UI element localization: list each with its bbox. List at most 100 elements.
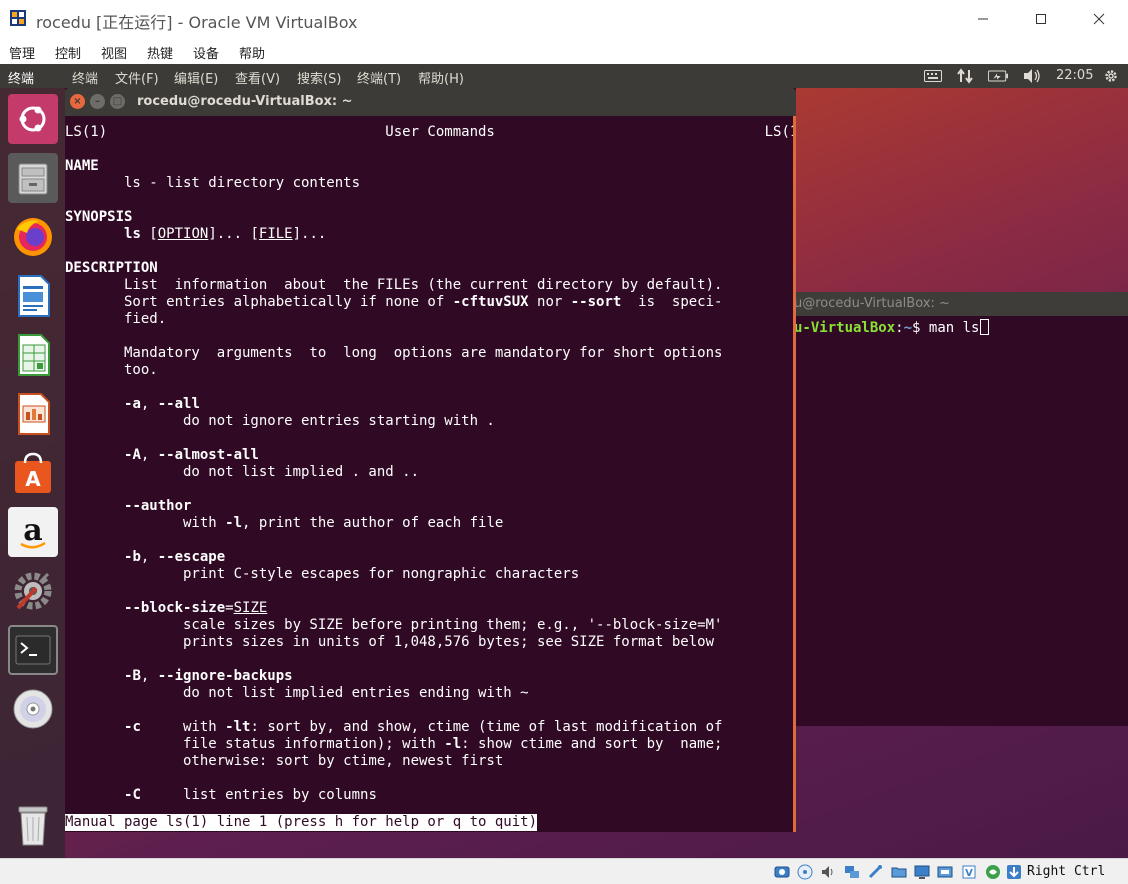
man-page-line: prints sizes in units of 1,048,576 bytes… bbox=[65, 634, 714, 651]
trash-icon[interactable] bbox=[8, 800, 58, 850]
unity-launcher: A a bbox=[0, 88, 65, 858]
prompt-path: ~ bbox=[903, 320, 913, 336]
man-page-line: --author bbox=[65, 498, 191, 515]
man-page-line: -A, --almost-all bbox=[65, 447, 259, 464]
terminal-titlebar[interactable]: × – □ rocedu@rocedu-VirtualBox: ~ bbox=[65, 88, 796, 116]
man-page-line: Sort entries alphabetically if none of -… bbox=[65, 294, 722, 311]
man-page-bold-text: --author bbox=[124, 498, 192, 514]
man-page-bold-text: SYNOPSIS bbox=[65, 209, 133, 225]
maximize-icon: □ bbox=[112, 96, 123, 107]
ubuntu-dash-icon[interactable] bbox=[8, 94, 58, 144]
audio-icon[interactable] bbox=[819, 863, 837, 881]
panel-menu-help[interactable]: 帮助(H) bbox=[418, 68, 464, 87]
display-icon[interactable] bbox=[913, 863, 931, 881]
files-icon[interactable] bbox=[8, 153, 58, 203]
panel-clock[interactable]: 22:05 bbox=[1056, 68, 1093, 83]
network-arrows-icon[interactable] bbox=[955, 67, 975, 85]
firefox-icon[interactable] bbox=[8, 212, 58, 262]
man-page-text: Mandatory arguments to long options are … bbox=[65, 345, 723, 361]
shared-folder-icon[interactable] bbox=[890, 863, 908, 881]
dvd-icon[interactable] bbox=[8, 684, 58, 734]
man-page-text: : show ctime and sort by name; bbox=[461, 736, 723, 752]
man-page-text bbox=[65, 226, 124, 242]
man-page-line: -c with -lt: sort by, and show, ctime (t… bbox=[65, 719, 722, 736]
battery-icon[interactable] bbox=[988, 67, 1008, 85]
prompt-separator: : bbox=[895, 320, 904, 336]
calc-icon[interactable] bbox=[8, 330, 58, 380]
man-page-underlined-text: FILE bbox=[258, 226, 293, 242]
man-page-text: fied. bbox=[65, 311, 167, 327]
man-page-text: scale sizes by SIZE before printing them… bbox=[65, 617, 723, 633]
man-page-text: : sort by, and show, ctime (time of last… bbox=[250, 719, 723, 735]
man-page-text: file status information); with bbox=[65, 736, 445, 752]
software-center-icon[interactable]: A bbox=[8, 448, 58, 498]
man-page-bold-text: -l bbox=[444, 736, 462, 752]
menu-devices[interactable]: 设备 bbox=[193, 43, 219, 62]
man-page-line: -b, --escape bbox=[65, 549, 225, 566]
man-page-text: = bbox=[225, 600, 234, 616]
minimize-button[interactable] bbox=[954, 0, 1012, 38]
usb-icon[interactable] bbox=[866, 863, 884, 881]
man-page-bold-text: -l bbox=[225, 515, 243, 531]
man-page-bold-text: --sort bbox=[570, 294, 622, 310]
svg-text:A: A bbox=[25, 467, 41, 491]
man-page-bold-text: --almost-all bbox=[157, 447, 259, 463]
man-page-line: NAME bbox=[65, 158, 99, 175]
mouse-integration-icon[interactable] bbox=[984, 863, 1002, 881]
system-settings-icon[interactable] bbox=[8, 566, 58, 616]
writer-icon[interactable] bbox=[8, 271, 58, 321]
arrow-down-icon[interactable] bbox=[1005, 863, 1023, 881]
man-page-text: , bbox=[140, 447, 158, 463]
pager-status-line: Manual page ls(1) line 1 (press h for he… bbox=[65, 814, 538, 831]
terminal-maximize-button[interactable]: □ bbox=[110, 94, 125, 109]
panel-menu-terminal[interactable]: 终端 bbox=[72, 68, 98, 87]
panel-menu-file[interactable]: 文件(F) bbox=[115, 68, 159, 87]
menu-control[interactable]: 控制 bbox=[55, 43, 81, 62]
background-terminal-window[interactable]: u@rocedu-VirtualBox: ~ u-VirtualBox:~$ m… bbox=[794, 292, 1128, 726]
man-page-content[interactable]: LS(1) User Commands LS(1) NAME ls - list … bbox=[65, 116, 793, 832]
terminal-scrollbar[interactable] bbox=[793, 116, 796, 832]
close-button[interactable] bbox=[1070, 0, 1128, 38]
terminal-window[interactable]: × – □ rocedu@rocedu-VirtualBox: ~ LS(1) … bbox=[65, 88, 796, 832]
volume-icon[interactable] bbox=[1022, 67, 1042, 85]
amazon-icon[interactable]: a bbox=[8, 507, 58, 557]
terminal-minimize-button[interactable]: – bbox=[90, 94, 105, 109]
menu-hotkeys[interactable]: 热键 bbox=[147, 43, 173, 62]
background-terminal-titlebar[interactable]: u@rocedu-VirtualBox: ~ bbox=[794, 292, 1128, 316]
man-page-text: with bbox=[65, 515, 226, 531]
man-page-text: [ bbox=[140, 226, 158, 242]
gear-icon[interactable] bbox=[1101, 67, 1121, 85]
man-page-text: Sort entries alphabetically if none of bbox=[65, 294, 453, 310]
menu-help[interactable]: 帮助 bbox=[239, 43, 265, 62]
terminal-icon[interactable] bbox=[8, 625, 58, 675]
panel-menu-view[interactable]: 查看(V) bbox=[235, 68, 280, 87]
terminal-title: rocedu@rocedu-VirtualBox: ~ bbox=[137, 94, 353, 109]
man-page-text: with bbox=[140, 719, 226, 735]
man-page-text bbox=[65, 447, 124, 463]
panel-menu-edit[interactable]: 编辑(E) bbox=[174, 68, 218, 87]
man-page-bold-text: -b bbox=[124, 549, 141, 565]
optical-disk-icon[interactable] bbox=[796, 863, 814, 881]
man-page-text bbox=[65, 549, 124, 565]
panel-menu-search[interactable]: 搜索(S) bbox=[297, 68, 341, 87]
recording-icon[interactable] bbox=[936, 863, 954, 881]
man-page-text: do not list implied . and .. bbox=[65, 464, 420, 480]
man-page-text bbox=[65, 719, 124, 735]
menu-view[interactable]: 视图 bbox=[101, 43, 127, 62]
vbox-menubar: 管理 控制 视图 热键 设备 帮助 bbox=[0, 38, 1128, 64]
man-page-line: DESCRIPTION bbox=[65, 260, 158, 277]
panel-menu-term[interactable]: 终端(T) bbox=[357, 68, 401, 87]
cpu-icon[interactable]: V bbox=[960, 863, 978, 881]
man-page-line: ls - list directory contents bbox=[65, 175, 360, 192]
network-icon[interactable] bbox=[843, 863, 861, 881]
hard-disk-icon[interactable] bbox=[773, 863, 791, 881]
close-icon: × bbox=[73, 96, 82, 107]
man-page-text: ]... bbox=[292, 226, 327, 242]
maximize-button[interactable] bbox=[1012, 0, 1070, 38]
menu-manage[interactable]: 管理 bbox=[9, 43, 35, 62]
keyboard-icon[interactable] bbox=[923, 67, 943, 85]
man-page-bold-text: -c bbox=[124, 719, 141, 735]
terminal-close-button[interactable]: × bbox=[70, 94, 85, 109]
man-page-bold-text: -A bbox=[124, 447, 141, 463]
impress-icon[interactable] bbox=[8, 389, 58, 439]
